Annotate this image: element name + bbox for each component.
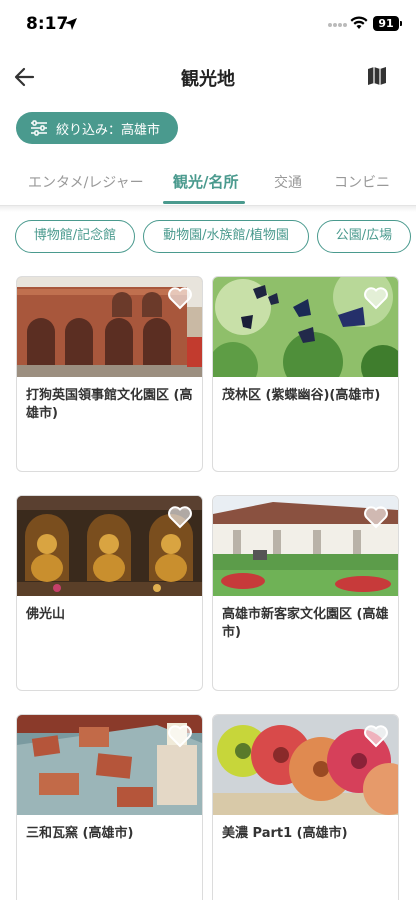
place-title: 三和瓦窯 (高雄市): [26, 826, 134, 841]
tabs-divider: [0, 206, 416, 212]
place-card[interactable]: 三和瓦窯 (高雄市): [16, 714, 203, 900]
favorite-heart-icon[interactable]: [363, 505, 389, 529]
status-bar: 8:17 91: [0, 0, 416, 50]
status-time: 8:17: [26, 14, 69, 34]
tab-entertainment[interactable]: エンタメ/レジャー: [28, 172, 144, 192]
chip-park-plaza[interactable]: 公園/広場: [317, 220, 411, 253]
map-icon[interactable]: [366, 65, 388, 87]
signal-dots-icon: [328, 23, 347, 27]
tab-transport[interactable]: 交通: [274, 172, 302, 192]
favorite-heart-icon[interactable]: [167, 724, 193, 748]
place-card[interactable]: 茂林区 (紫蝶幽谷)(高雄市): [212, 276, 399, 472]
filter-sliders-icon: [31, 120, 47, 136]
chip-museum[interactable]: 博物館/記念館: [15, 220, 135, 253]
place-title: 美濃 Part1 (高雄市): [222, 826, 348, 841]
page-title: 観光地: [181, 69, 235, 90]
place-title: 打狗英国領事館文化園区 (高雄市): [26, 388, 193, 421]
place-card[interactable]: 美濃 Part1 (高雄市): [212, 714, 399, 900]
chip-zoo-aquarium-garden[interactable]: 動物園/水族館/植物園: [143, 220, 309, 253]
tab-convenience-store[interactable]: コンビニ: [334, 172, 390, 192]
battery-indicator: 91: [373, 16, 402, 31]
place-card[interactable]: 佛光山: [16, 495, 203, 691]
location-arrow-icon: [65, 18, 77, 30]
favorite-heart-icon[interactable]: [363, 286, 389, 310]
place-card[interactable]: 打狗英国領事館文化園区 (高雄市): [16, 276, 203, 472]
favorite-heart-icon[interactable]: [167, 286, 193, 310]
filter-label: 絞り込み：高雄市: [56, 122, 161, 138]
tab-sightseeing[interactable]: 観光/名所: [173, 171, 238, 192]
wifi-icon: [350, 16, 368, 29]
subcategory-chips: 博物館/記念館 動物園/水族館/植物園 公園/広場: [0, 220, 416, 254]
favorite-heart-icon[interactable]: [167, 505, 193, 529]
category-tabs: エンタメ/レジャー 観光/名所 交通 コンビニ: [0, 160, 416, 206]
filter-button[interactable]: 絞り込み：高雄市: [16, 112, 178, 144]
favorite-heart-icon[interactable]: [363, 724, 389, 748]
app-header: 観光地: [0, 55, 416, 101]
place-title: 高雄市新客家文化園区 (高雄市): [222, 607, 389, 640]
place-title: 佛光山: [26, 607, 66, 622]
active-tab-indicator: [163, 201, 245, 204]
place-card[interactable]: 高雄市新客家文化園区 (高雄市): [212, 495, 399, 691]
place-title: 茂林区 (紫蝶幽谷)(高雄市): [222, 388, 381, 403]
